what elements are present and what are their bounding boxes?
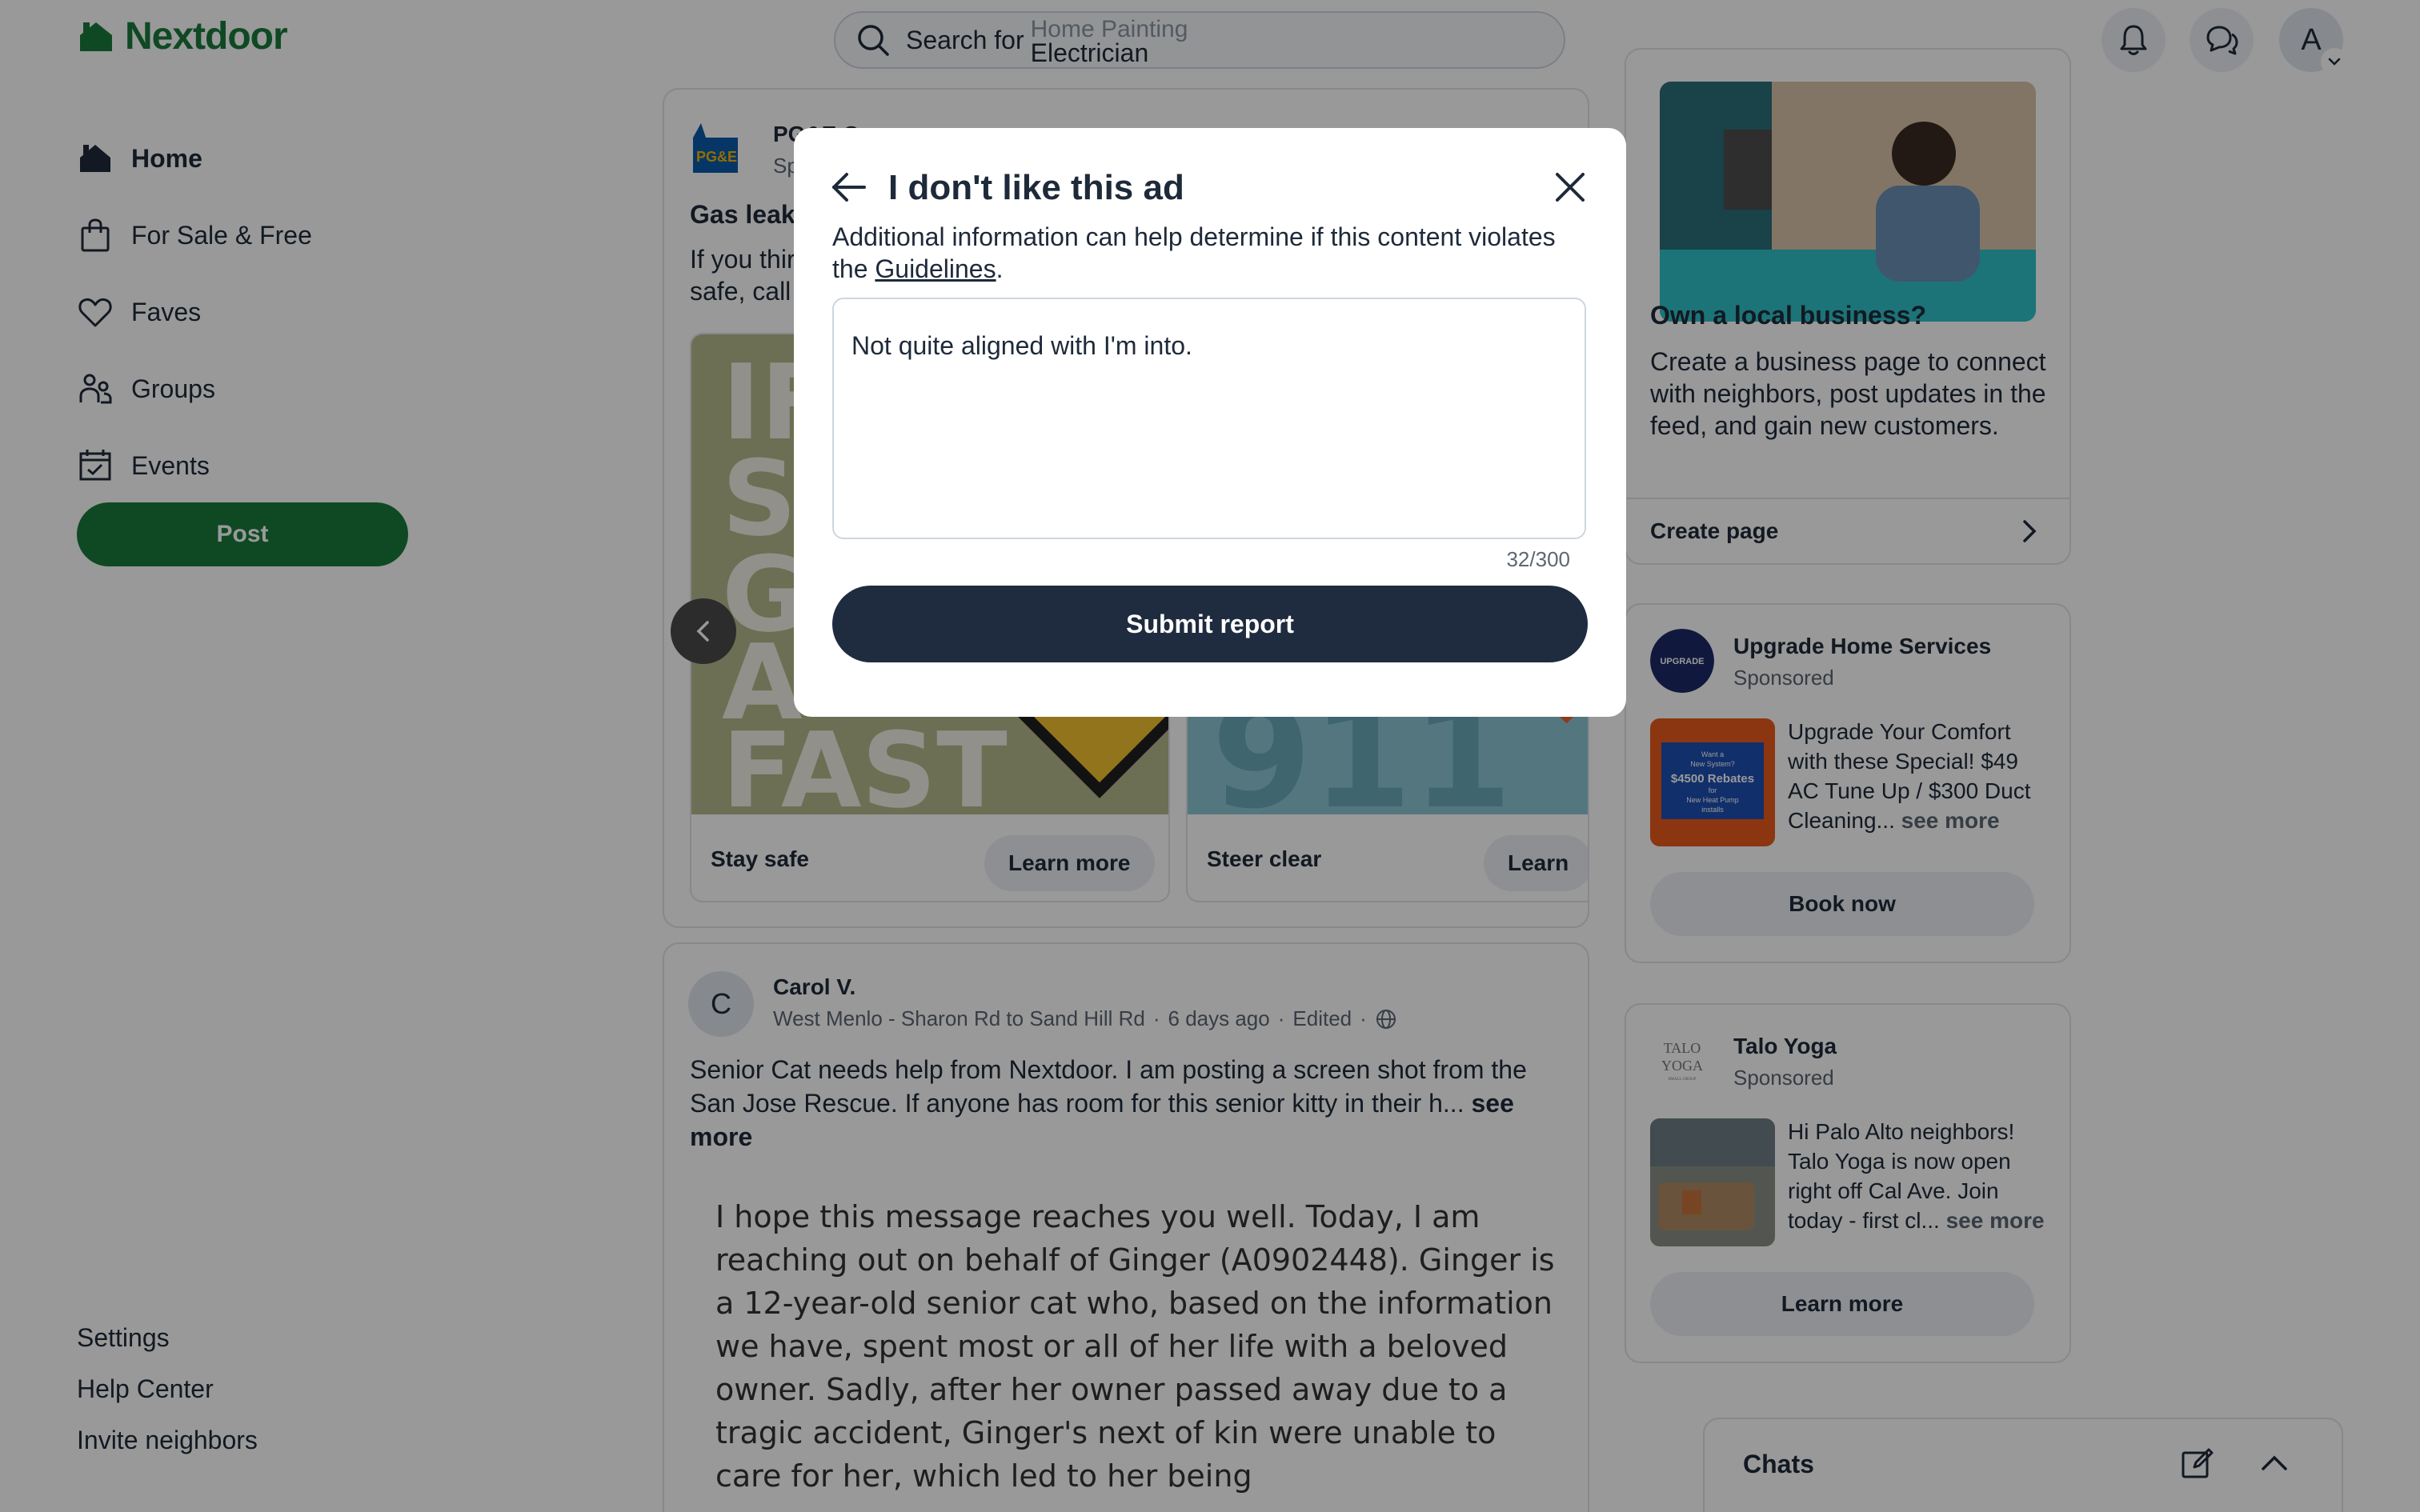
arrow-left-icon[interactable] [827, 166, 869, 208]
character-counter: 32/300 [1506, 547, 1570, 571]
dialog-description: Additional information can help determin… [832, 221, 1585, 285]
description-suffix: . [996, 254, 1004, 283]
report-ad-dialog: I don't like this ad Additional informat… [794, 128, 1626, 717]
close-icon[interactable] [1551, 168, 1589, 206]
report-details-textarea[interactable]: Not quite aligned with I'm into. [832, 298, 1586, 539]
submit-report-button[interactable]: Submit report [832, 586, 1588, 662]
guidelines-link[interactable]: Guidelines [875, 254, 996, 283]
dialog-title: I don't like this ad [888, 168, 1184, 207]
